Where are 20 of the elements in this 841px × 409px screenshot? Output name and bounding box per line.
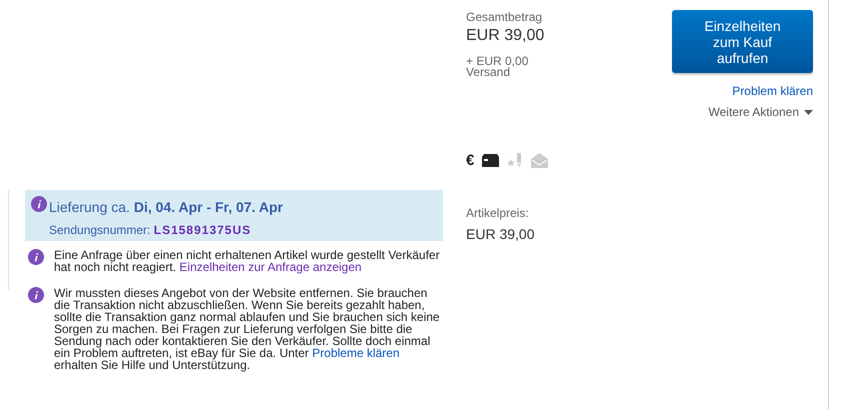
notice-text: Wir mussten dieses Angebot von der Website entfernen. Sie brauchen die Transaktion nicht abzuschließen. Wenn Sie bereits gezahlt haben, sollte die Transaktion ganz normal ablaufen und Sie brauchen sich keine Sorgen zu machen. Bei Fragen zur Lieferung verfolgen Sie bitte die Sendung nach oder kontaktieren Sie den Verkäufer. Sollte doch einmal ein Problem auftreten, ist eBay für Sie da. Unter Probleme klären erhalten Sie Hilfe und Unterstützung. (54, 287, 441, 371)
notice-text: Eine Anfrage über einen nicht erhaltenen Artikel wurde gestellt Verkäufer hat noch nicht reagiert. Einzelheiten zur Anfrage anzeigen (54, 249, 441, 273)
delivery-estimate: Lieferung ca. Di, 04. Apr - Fr, 07. Apr (49, 198, 284, 215)
problem-link[interactable]: Problem klären (732, 84, 813, 98)
more-actions-menu[interactable]: Weitere Aktionen (708, 105, 813, 119)
euro-icon: € (466, 152, 474, 169)
tracking-number: Sendungsnummer: LS15891375US (49, 223, 252, 237)
info-icon (31, 196, 47, 212)
total-label: Gesamtbetrag (466, 10, 544, 24)
info-icon (28, 287, 44, 303)
notice-link[interactable]: Probleme klären (312, 346, 400, 360)
item-price-label: Artikelpreis: (466, 206, 530, 220)
shipping-amount: + EUR 0,00 (466, 56, 530, 67)
view-details-button[interactable]: Einzelheiten zum Kauf aufrufen (672, 10, 813, 73)
notice-link[interactable]: Einzelheiten zur Anfrage anzeigen (179, 260, 362, 274)
shipping-label: Versand (466, 67, 510, 78)
item-price: EUR 39,00 (466, 226, 536, 242)
info-icon (28, 249, 44, 265)
total-amount: EUR 39,00 (466, 27, 546, 45)
caret-icon (804, 110, 813, 114)
